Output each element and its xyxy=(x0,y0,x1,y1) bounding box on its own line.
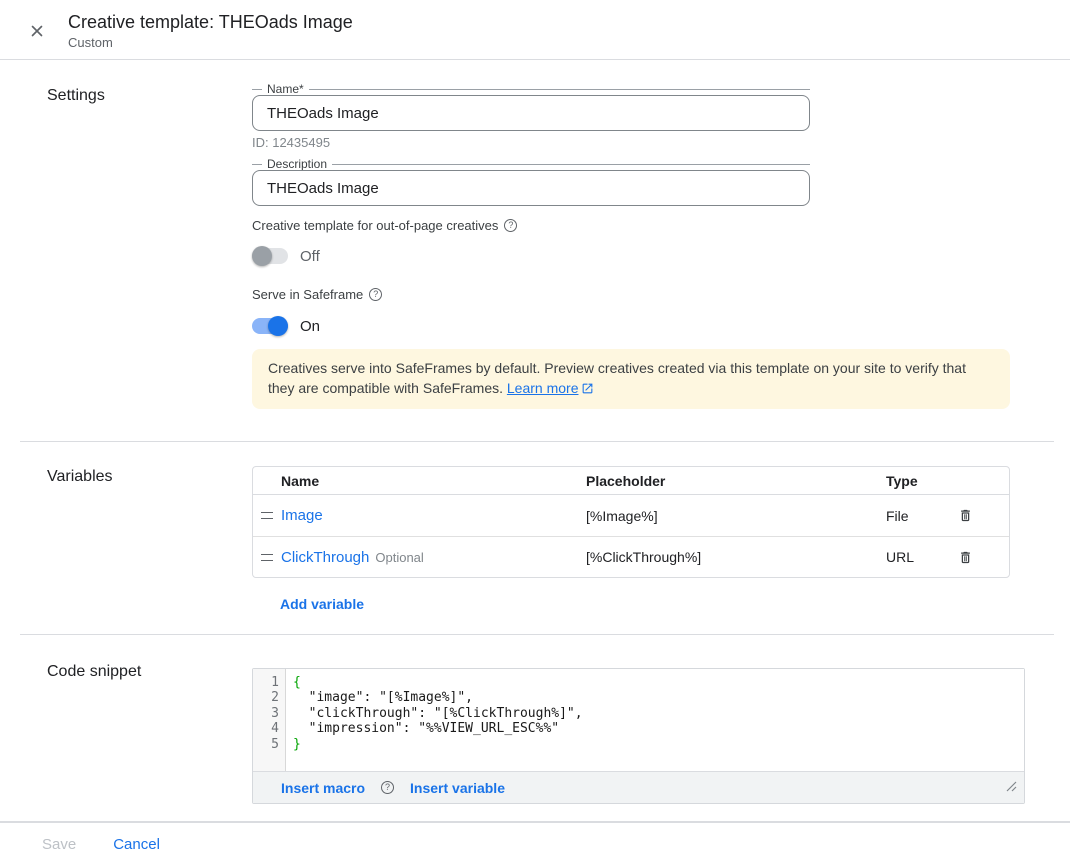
code-line: 1{ xyxy=(253,675,1024,690)
code-editor: 1{ 2 "image": "[%Image%]", 3 "clickThrou… xyxy=(252,668,1025,804)
notice-text: Creatives serve into SafeFrames by defau… xyxy=(268,360,966,396)
variable-placeholder: [%ClickThrough%] xyxy=(586,549,886,565)
variable-name-link[interactable]: Image xyxy=(281,507,323,524)
description-field-label: Description xyxy=(252,158,810,170)
name-field-label: Name* xyxy=(252,83,810,95)
code-snippet-section: Code snippet 1{ 2 "image": "[%Image%]", … xyxy=(0,635,1070,821)
settings-heading: Settings xyxy=(47,87,252,105)
delete-icon[interactable] xyxy=(956,548,974,566)
delete-icon[interactable] xyxy=(956,507,974,525)
code-line: 3 "clickThrough": "[%ClickThrough%]", xyxy=(253,706,1024,721)
code-snippet-heading: Code snippet xyxy=(47,663,252,681)
settings-section: Settings Name* ID: 12435495 Description … xyxy=(0,60,1070,441)
add-variable-button[interactable]: Add variable xyxy=(280,596,364,612)
help-icon[interactable]: ? xyxy=(381,781,394,794)
close-icon[interactable] xyxy=(26,20,48,42)
safeframe-state: On xyxy=(300,318,320,335)
insert-macro-button[interactable]: Insert macro xyxy=(281,780,365,796)
column-header-name: Name xyxy=(253,473,586,489)
out-of-page-toggle[interactable] xyxy=(252,246,288,266)
column-header-placeholder: Placeholder xyxy=(586,473,886,489)
variable-name-link[interactable]: ClickThrough xyxy=(281,549,369,566)
page-title: Creative template: THEOads Image xyxy=(68,10,353,34)
code-editor-toolbar: Insert macro ? Insert variable xyxy=(253,771,1024,803)
out-of-page-label: Creative template for out-of-page creati… xyxy=(252,219,1010,232)
code-line: 5} xyxy=(253,737,1024,752)
optional-tag: Optional xyxy=(375,550,423,565)
variable-type: File xyxy=(886,508,956,524)
table-row: Image [%Image%] File xyxy=(253,495,1009,536)
code-textarea[interactable]: 1{ 2 "image": "[%Image%]", 3 "clickThrou… xyxy=(253,669,1024,771)
table-header-row: Name Placeholder Type xyxy=(253,467,1009,495)
safeframe-toggle-row: On xyxy=(252,316,1010,336)
safeframe-toggle[interactable] xyxy=(252,316,288,336)
variable-type: URL xyxy=(886,549,956,565)
variable-placeholder: [%Image%] xyxy=(586,508,886,524)
name-input[interactable] xyxy=(252,95,810,131)
action-bar: Save Cancel xyxy=(0,822,1070,862)
variables-table: Name Placeholder Type Image [%Image%] Fi… xyxy=(252,466,1010,578)
drag-handle-icon[interactable] xyxy=(261,512,273,519)
help-icon[interactable]: ? xyxy=(504,219,517,232)
variables-heading: Variables xyxy=(47,468,252,486)
out-of-page-state: Off xyxy=(300,248,320,265)
help-icon[interactable]: ? xyxy=(369,288,382,301)
code-line: 4 "impression": "%%VIEW_URL_ESC%%" xyxy=(253,721,1024,736)
insert-variable-button[interactable]: Insert variable xyxy=(410,780,505,796)
template-id: ID: 12435495 xyxy=(252,135,1010,148)
description-input[interactable] xyxy=(252,170,810,206)
safeframe-label: Serve in Safeframe ? xyxy=(252,288,1010,301)
cancel-button[interactable]: Cancel xyxy=(113,836,160,853)
save-button[interactable]: Save xyxy=(42,836,76,853)
page-subtitle: Custom xyxy=(68,34,353,51)
column-header-type: Type xyxy=(886,473,956,489)
dialog-header: Creative template: THEOads Image Custom xyxy=(0,0,1070,60)
safeframe-notice: Creatives serve into SafeFrames by defau… xyxy=(252,349,1010,409)
variables-section: Variables Name Placeholder Type Image [%… xyxy=(0,442,1070,634)
learn-more-link[interactable]: Learn more xyxy=(507,380,579,396)
resize-handle[interactable] xyxy=(1006,779,1017,797)
external-link-icon xyxy=(581,380,594,400)
table-row: ClickThrough Optional [%ClickThrough%] U… xyxy=(253,536,1009,577)
out-of-page-toggle-row: Off xyxy=(252,246,1010,266)
drag-handle-icon[interactable] xyxy=(261,554,273,561)
code-line: 2 "image": "[%Image%]", xyxy=(253,690,1024,705)
